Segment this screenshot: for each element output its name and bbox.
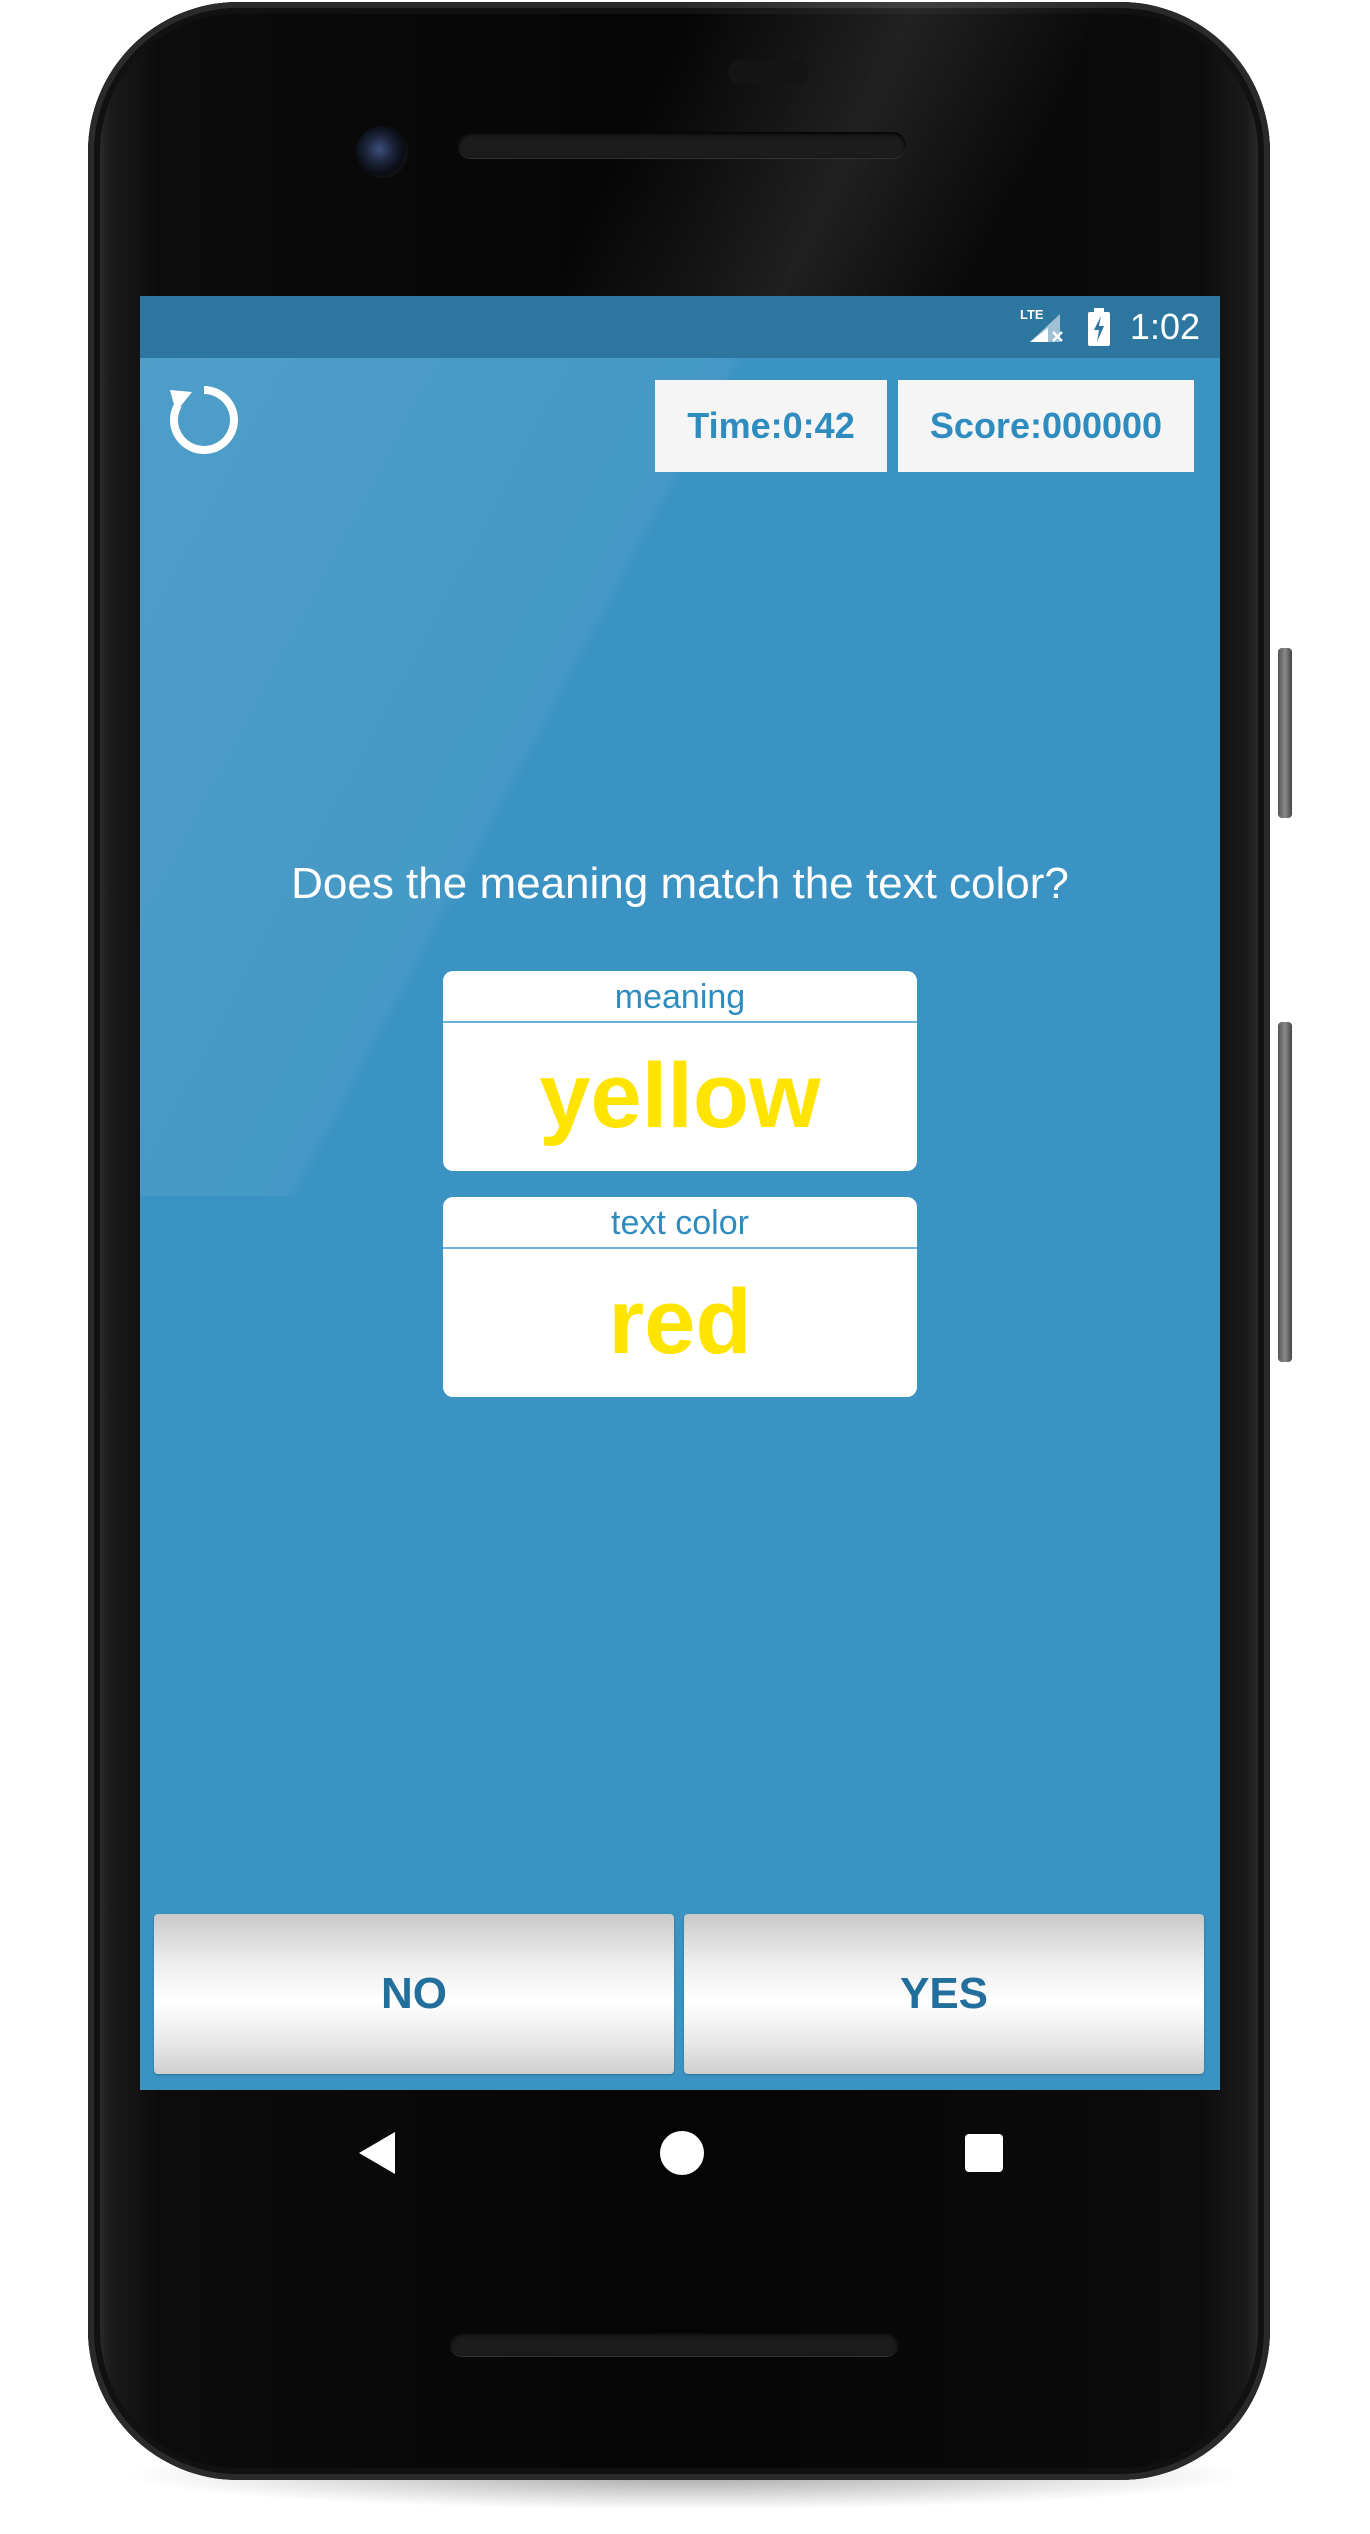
question-text: Does the meaning match the text color? <box>291 859 1069 908</box>
refresh-icon[interactable] <box>162 378 246 462</box>
battery-charging-icon <box>1088 308 1110 346</box>
time-label: Time: <box>687 405 783 446</box>
status-clock: 1:02 <box>1129 306 1200 347</box>
app-screen: LTE 1:02 Time: 0:42 Score: 000000 Does t… <box>140 296 1220 2090</box>
time-display: Time: 0:42 <box>655 380 887 472</box>
text-color-card-word: red <box>608 1271 752 1373</box>
home-icon[interactable] <box>660 2131 704 2175</box>
meaning-card: meaning yellow <box>443 971 917 1171</box>
recents-icon[interactable] <box>965 2134 1003 2172</box>
text-color-card: text color red <box>443 1197 917 1397</box>
meaning-card-label: meaning <box>443 971 917 1023</box>
front-camera <box>356 126 408 178</box>
yes-button[interactable]: YES <box>684 1914 1204 2074</box>
meaning-card-word: yellow <box>539 1045 821 1147</box>
back-icon[interactable] <box>355 2128 399 2178</box>
status-bar: LTE 1:02 <box>140 296 1220 358</box>
bottom-speaker-grille <box>450 2332 898 2356</box>
network-label: LTE <box>1020 307 1044 322</box>
earpiece <box>728 60 808 84</box>
text-color-card-label: text color <box>443 1197 917 1249</box>
score-display: Score: 000000 <box>898 380 1194 472</box>
power-button <box>1278 648 1292 818</box>
score-value: 000000 <box>1041 405 1163 446</box>
time-value: 0:42 <box>782 405 855 446</box>
top-speaker-grille <box>458 132 906 158</box>
volume-button <box>1278 1022 1292 1362</box>
score-label: Score: <box>929 405 1042 446</box>
device-frame-stage: LTE 1:02 Time: 0:42 Score: 000000 Does t… <box>0 0 1370 2534</box>
lte-signal-icon: LTE <box>1020 307 1063 342</box>
no-button[interactable]: NO <box>154 1914 674 2074</box>
